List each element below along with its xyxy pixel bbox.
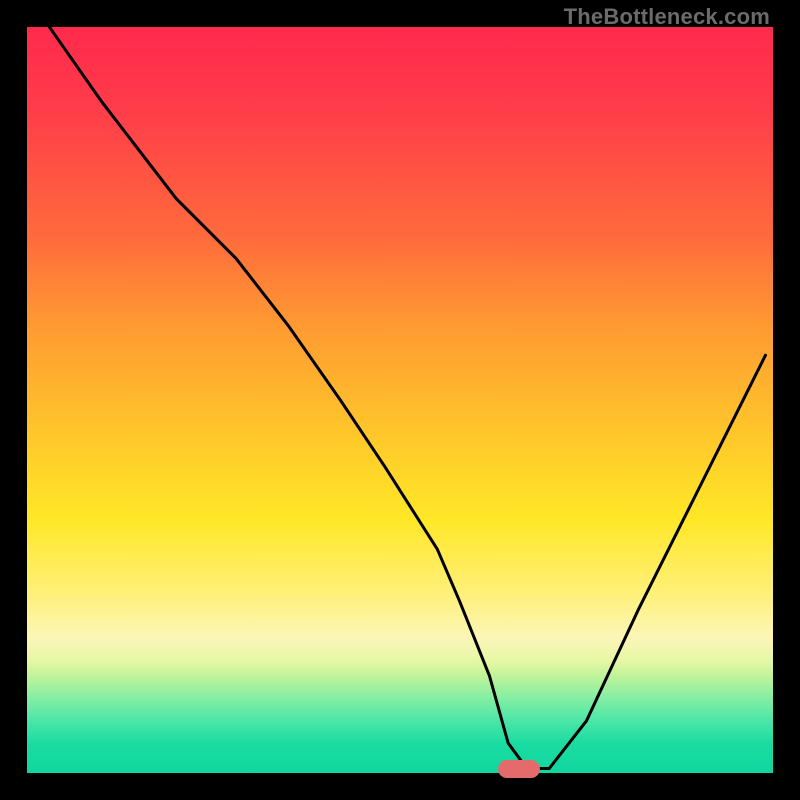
watermark-text: TheBottleneck.com [564,4,770,30]
curve-path [49,27,765,769]
bottleneck-curve [27,27,773,773]
optimal-range-marker [498,760,540,778]
chart-frame: TheBottleneck.com [0,0,800,800]
